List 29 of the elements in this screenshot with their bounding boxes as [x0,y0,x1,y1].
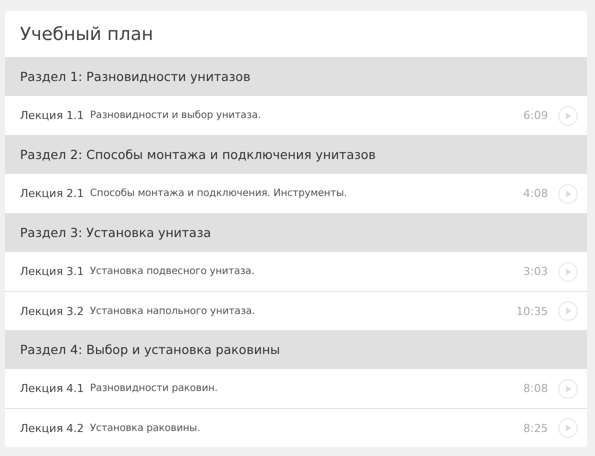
lecture-number: Лекция 2.1 [20,187,85,200]
play-icon[interactable] [558,106,578,126]
lecture-number: Лекция 4.1 [20,382,85,395]
lecture-duration: 3:03 [523,265,548,278]
lecture-title: Способы монтажа и подключения. Инструменты. [90,188,348,199]
lecture-title: Установка раковины. [90,422,202,434]
play-icon[interactable] [558,418,578,438]
lecture-duration: 6:09 [523,109,548,122]
play-icon[interactable] [558,301,578,321]
play-icon[interactable] [558,262,578,282]
lecture-number: Лекция 3.2 [20,304,85,318]
section-header: Раздел 1: Разновидности унитазов [5,57,587,96]
lecture-title: Разновидности и выбор унитаза. [90,110,262,121]
lecture-number: Лекция 1.1 [20,109,85,122]
lecture-number: Лекция 4.2 [20,422,85,434]
lecture-number: Лекция 3.1 [20,265,85,278]
section-header: Раздел 2: Способы монтажа и подключения унитазов [5,135,587,174]
lecture-title: Установка напольного унитаза. [90,306,256,316]
section-header: Раздел 4: Выбор и установка раковины [5,330,587,369]
lecture-duration: 8:25 [523,422,548,434]
lecture-duration: 4:08 [523,187,548,200]
play-icon[interactable] [558,378,578,398]
section-header: Раздел 3: Установка унитаза [5,213,587,252]
lecture-duration: 8:08 [523,382,548,395]
lecture-title: Разновидности раковин. [90,383,219,394]
lecture-title: Установка подвесного унитаза. [90,266,256,277]
page-title: Учебный план [20,24,154,44]
lecture-duration: 10:35 [516,304,548,318]
play-icon[interactable] [558,184,578,204]
